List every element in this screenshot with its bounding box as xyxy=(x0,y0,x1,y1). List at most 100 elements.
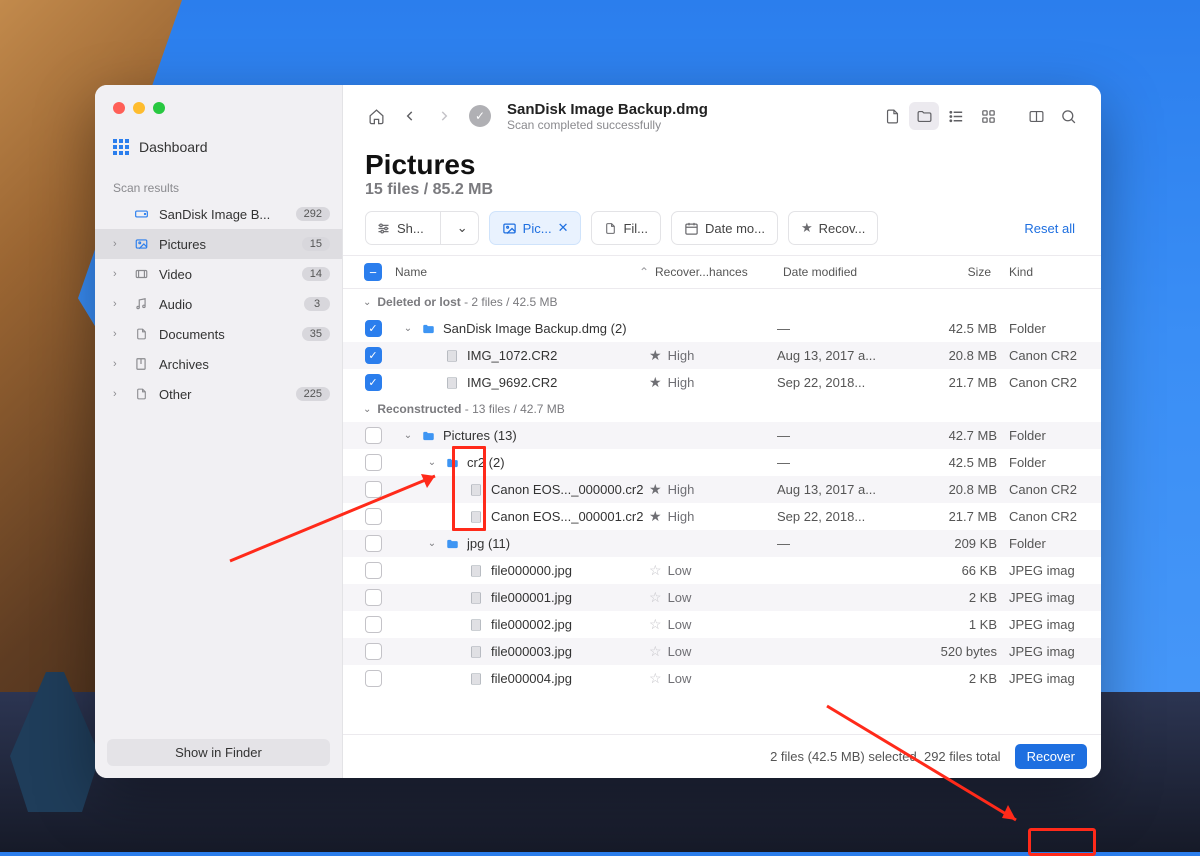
back-button[interactable] xyxy=(395,102,425,130)
minimize-window-button[interactable] xyxy=(133,102,145,114)
show-in-finder-button[interactable]: Show in Finder xyxy=(107,739,330,766)
file-icon xyxy=(604,221,617,236)
sidebar-item-pictures[interactable]: ›Pictures15 xyxy=(95,229,342,259)
table-row[interactable]: file000002.jpg☆Low1 KBJPEG imag xyxy=(343,611,1101,638)
dashboard-link[interactable]: Dashboard xyxy=(95,129,342,167)
table-row[interactable]: file000000.jpg☆Low66 KBJPEG imag xyxy=(343,557,1101,584)
row-checkbox[interactable]: ✓ xyxy=(365,374,382,391)
file-name: file000000.jpg xyxy=(491,563,572,578)
col-name[interactable]: Name xyxy=(391,265,639,279)
view-grid-button[interactable] xyxy=(973,102,1003,130)
cell-recovery: ☆Low xyxy=(649,616,777,633)
source-title: SanDisk Image Backup.dmg xyxy=(507,101,865,118)
table-row[interactable]: ✓⌄SanDisk Image Backup.dmg (2)—42.5 MBFo… xyxy=(343,315,1101,342)
file-name: file000004.jpg xyxy=(491,671,572,686)
row-checkbox[interactable]: ✓ xyxy=(365,347,382,364)
archive-icon xyxy=(132,356,150,372)
col-date[interactable]: Date modified xyxy=(777,265,899,279)
cell-recovery: ☆Low xyxy=(649,589,777,606)
cell-size: 42.5 MB xyxy=(899,455,997,470)
col-kind[interactable]: Kind xyxy=(997,265,1089,279)
row-checkbox[interactable] xyxy=(365,562,382,579)
chevron-down-icon[interactable]: ⌄ xyxy=(403,323,413,334)
group-header[interactable]: ⌄Reconstructed - 13 files / 42.7 MB xyxy=(343,396,1101,422)
image-icon xyxy=(502,221,517,236)
sidebar-item-video[interactable]: ›Video14 xyxy=(95,259,342,289)
row-checkbox[interactable] xyxy=(365,427,382,444)
col-size[interactable]: Size xyxy=(899,265,997,279)
audio-icon xyxy=(132,296,150,312)
group-header[interactable]: ⌄Deleted or lost - 2 files / 42.5 MB xyxy=(343,289,1101,315)
other-icon xyxy=(132,386,150,402)
filter-file[interactable]: Fil... xyxy=(591,211,661,245)
app-window: Dashboard Scan results SanDisk Image B..… xyxy=(95,85,1101,778)
sidebar-item-archives[interactable]: ›Archives xyxy=(95,349,342,379)
cell-date: — xyxy=(777,455,899,470)
row-checkbox[interactable] xyxy=(365,589,382,606)
sidebar-item-sandisk-image-b-[interactable]: SanDisk Image B...292 xyxy=(95,199,342,229)
footer: 2 files (42.5 MB) selected, 292 files to… xyxy=(343,734,1101,778)
sidebar-item-audio[interactable]: ›Audio3 xyxy=(95,289,342,319)
view-list-button[interactable] xyxy=(941,102,971,130)
home-button[interactable] xyxy=(361,102,391,130)
fullscreen-window-button[interactable] xyxy=(153,102,165,114)
filter-show[interactable]: Sh... ⌄ xyxy=(365,211,479,245)
filter-show-label: Sh... xyxy=(397,221,424,236)
table-row[interactable]: Canon EOS..._000000.cr2★HighAug 13, 2017… xyxy=(343,476,1101,503)
row-checkbox[interactable] xyxy=(365,670,382,687)
cell-recovery: ★High xyxy=(649,347,777,364)
cell-kind: Canon CR2 xyxy=(997,482,1089,497)
row-checkbox[interactable] xyxy=(365,454,382,471)
file-thumb-icon xyxy=(467,509,485,525)
cell-size: 520 bytes xyxy=(899,644,997,659)
table-row[interactable]: file000003.jpg☆Low520 bytesJPEG imag xyxy=(343,638,1101,665)
star-icon: ★ xyxy=(649,481,662,498)
cell-size: 209 KB xyxy=(899,536,997,551)
filter-recovery[interactable]: ★ Recov... xyxy=(788,211,878,245)
file-list: ⌄Deleted or lost - 2 files / 42.5 MB✓⌄Sa… xyxy=(343,289,1101,734)
table-row[interactable]: file000004.jpg☆Low2 KBJPEG imag xyxy=(343,665,1101,692)
sidebar-item-label: Documents xyxy=(159,327,293,342)
row-checkbox[interactable]: ✓ xyxy=(365,320,382,337)
table-row[interactable]: ✓IMG_1072.CR2★HighAug 13, 2017 a...20.8 … xyxy=(343,342,1101,369)
reset-filters-button[interactable]: Reset all xyxy=(1020,221,1079,236)
doc-icon xyxy=(132,326,150,342)
table-row[interactable]: ⌄jpg (11)—209 KBFolder xyxy=(343,530,1101,557)
close-window-button[interactable] xyxy=(113,102,125,114)
row-checkbox[interactable] xyxy=(365,508,382,525)
forward-button[interactable] xyxy=(429,102,459,130)
col-recovery[interactable]: Recover...hances xyxy=(649,265,777,279)
toggle-panel-button[interactable] xyxy=(1021,102,1051,130)
row-checkbox[interactable] xyxy=(365,643,382,660)
table-header: − Name ⌃ Recover...hances Date modified … xyxy=(343,255,1101,289)
table-row[interactable]: ⌄cr2 (2)—42.5 MBFolder xyxy=(343,449,1101,476)
chevron-down-icon[interactable]: ⌄ xyxy=(427,457,437,468)
star-icon: ☆ xyxy=(649,589,662,606)
view-folder-button[interactable] xyxy=(909,102,939,130)
search-button[interactable] xyxy=(1053,102,1083,130)
chevron-down-icon[interactable]: ⌄ xyxy=(427,538,437,549)
table-row[interactable]: ⌄Pictures (13)—42.7 MBFolder xyxy=(343,422,1101,449)
sidebar-item-documents[interactable]: ›Documents35 xyxy=(95,319,342,349)
table-row[interactable]: ✓IMG_9692.CR2★HighSep 22, 2018...21.7 MB… xyxy=(343,369,1101,396)
table-row[interactable]: file000001.jpg☆Low2 KBJPEG imag xyxy=(343,584,1101,611)
sidebar-item-other[interactable]: ›Other225 xyxy=(95,379,342,409)
star-icon: ★ xyxy=(649,347,662,364)
cell-kind: JPEG imag xyxy=(997,671,1089,686)
row-checkbox[interactable] xyxy=(365,616,382,633)
chevron-down-icon[interactable]: ⌄ xyxy=(403,430,413,441)
row-checkbox[interactable] xyxy=(365,535,382,552)
chevron-right-icon: › xyxy=(113,358,123,370)
filter-pictures[interactable]: Pic... ✕ xyxy=(489,211,582,245)
recover-button[interactable]: Recover xyxy=(1015,744,1087,769)
view-file-button[interactable] xyxy=(877,102,907,130)
row-checkbox[interactable] xyxy=(365,481,382,498)
folder-icon xyxy=(443,455,461,471)
filter-date[interactable]: Date mo... xyxy=(671,211,778,245)
select-all-checkbox[interactable]: − xyxy=(364,263,382,281)
table-row[interactable]: Canon EOS..._000001.cr2★HighSep 22, 2018… xyxy=(343,503,1101,530)
clear-filter-icon[interactable]: ✕ xyxy=(558,220,569,236)
chevron-down-icon: ⌄ xyxy=(363,404,371,415)
cell-date: — xyxy=(777,428,899,443)
cell-date: Aug 13, 2017 a... xyxy=(777,348,899,363)
